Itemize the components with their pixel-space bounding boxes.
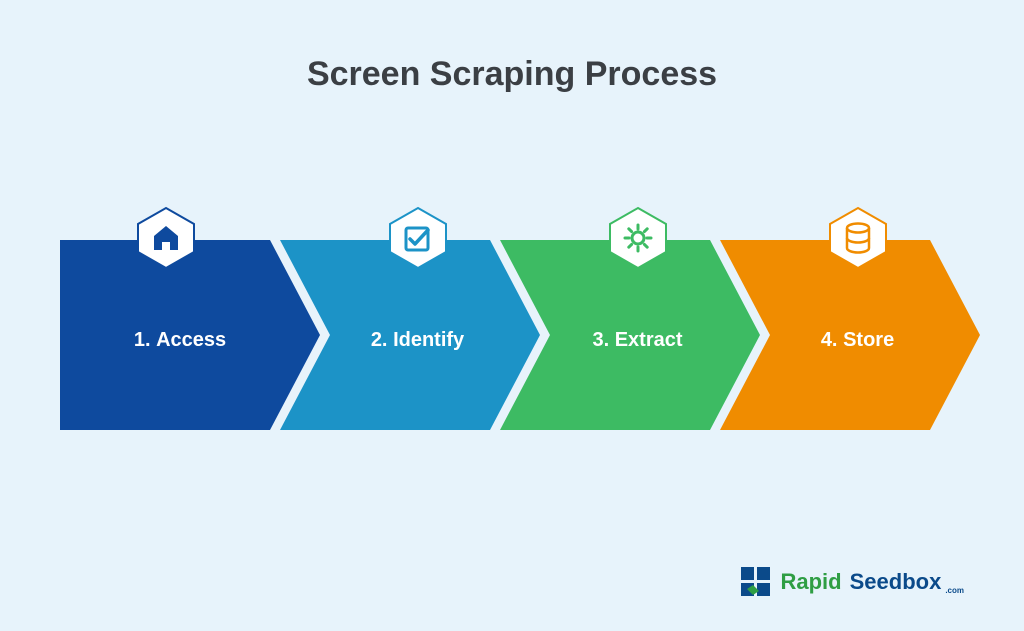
step-number: 3.	[592, 329, 609, 352]
process-flow: 1. Access 2. Identify	[60, 240, 980, 430]
step-text: Extract	[615, 329, 683, 352]
step-text: Store	[843, 329, 894, 352]
step-number: 2.	[371, 329, 388, 352]
step-label: 1. Access	[60, 240, 300, 430]
step-text: Access	[156, 329, 226, 352]
step-number: 1.	[134, 329, 151, 352]
logo-text-rapid: Rapid	[781, 569, 842, 595]
logo-text-seedbox: Seedbox	[850, 569, 942, 595]
step-number: 4.	[821, 329, 838, 352]
logo-suffix: .com	[945, 586, 964, 595]
logo-mark-icon	[739, 565, 773, 599]
process-step-access: 1. Access	[60, 240, 320, 430]
step-text: Identify	[393, 329, 464, 352]
diagram-title: Screen Scraping Process	[0, 55, 1024, 94]
brand-logo: Rapid Seedbox .com	[739, 565, 965, 599]
